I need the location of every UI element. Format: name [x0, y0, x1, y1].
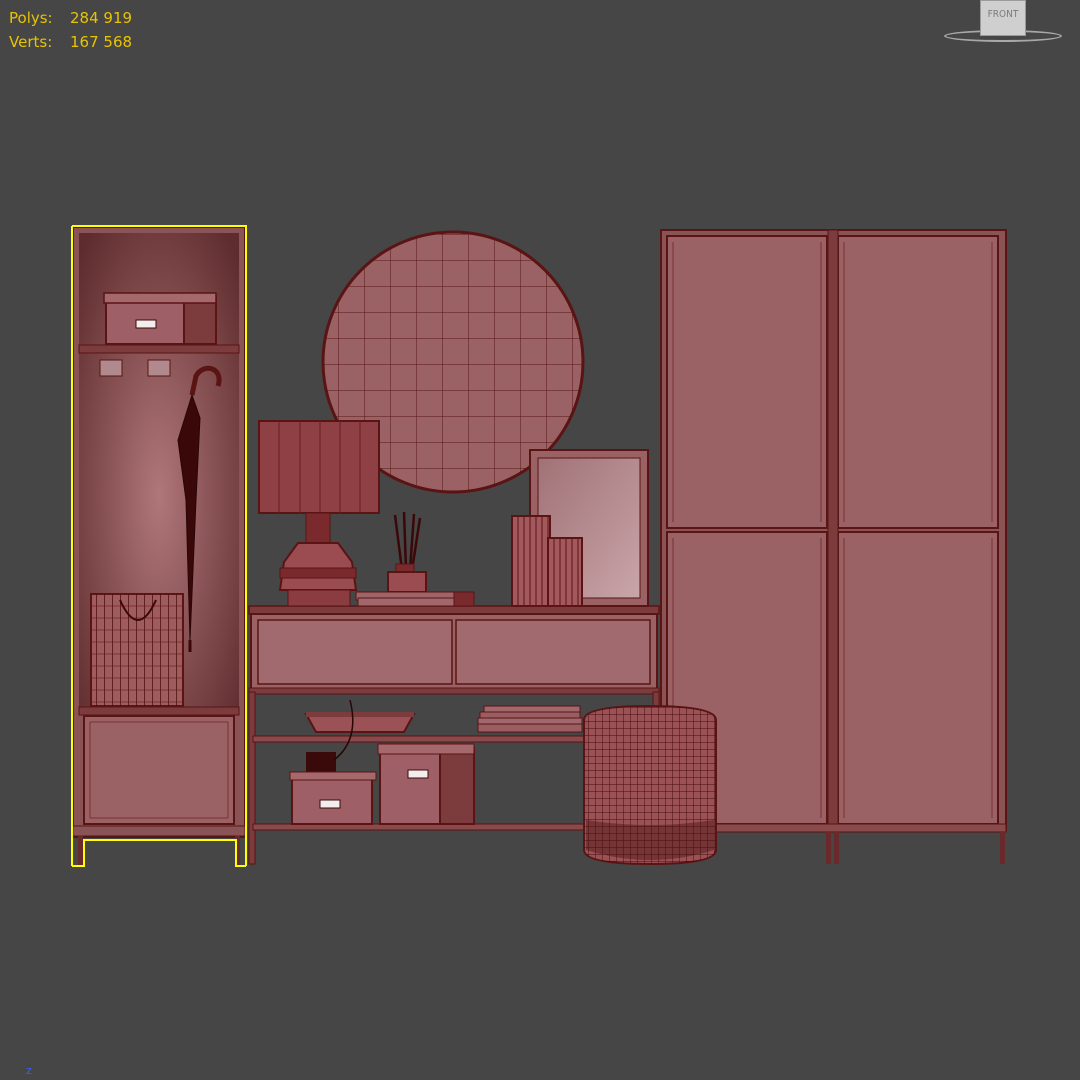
storage-box-top[interactable]	[103, 292, 217, 345]
polys-label: Polys:	[9, 9, 53, 27]
viewport-statistics: Polys: 284 919 Verts: 167 568	[9, 6, 132, 54]
axis-z-label: z	[26, 1064, 32, 1077]
viewcube[interactable]: FRONT	[944, 0, 1064, 44]
reed-diffuser[interactable]	[387, 511, 427, 593]
shopping-bag[interactable]	[90, 593, 184, 707]
verts-row: Verts: 167 568	[9, 30, 132, 54]
scene-render[interactable]	[0, 0, 1080, 1080]
table-lamp[interactable]	[258, 420, 380, 607]
pouf[interactable]	[583, 704, 717, 866]
decor-bowl[interactable]	[304, 712, 416, 733]
books[interactable]	[355, 591, 475, 607]
polys-value: 284 919	[70, 9, 133, 27]
viewport-front[interactable]: Polys: 284 919 Verts: 167 568 FRONT z	[0, 0, 1080, 1080]
hallway-cabinet[interactable]	[71, 225, 247, 867]
viewcube-front-face[interactable]: FRONT	[980, 0, 1026, 36]
books[interactable]	[477, 705, 583, 733]
verts-label: Verts:	[9, 33, 53, 51]
verts-value: 167 568	[70, 33, 133, 51]
polys-row: Polys: 284 919	[9, 6, 132, 30]
